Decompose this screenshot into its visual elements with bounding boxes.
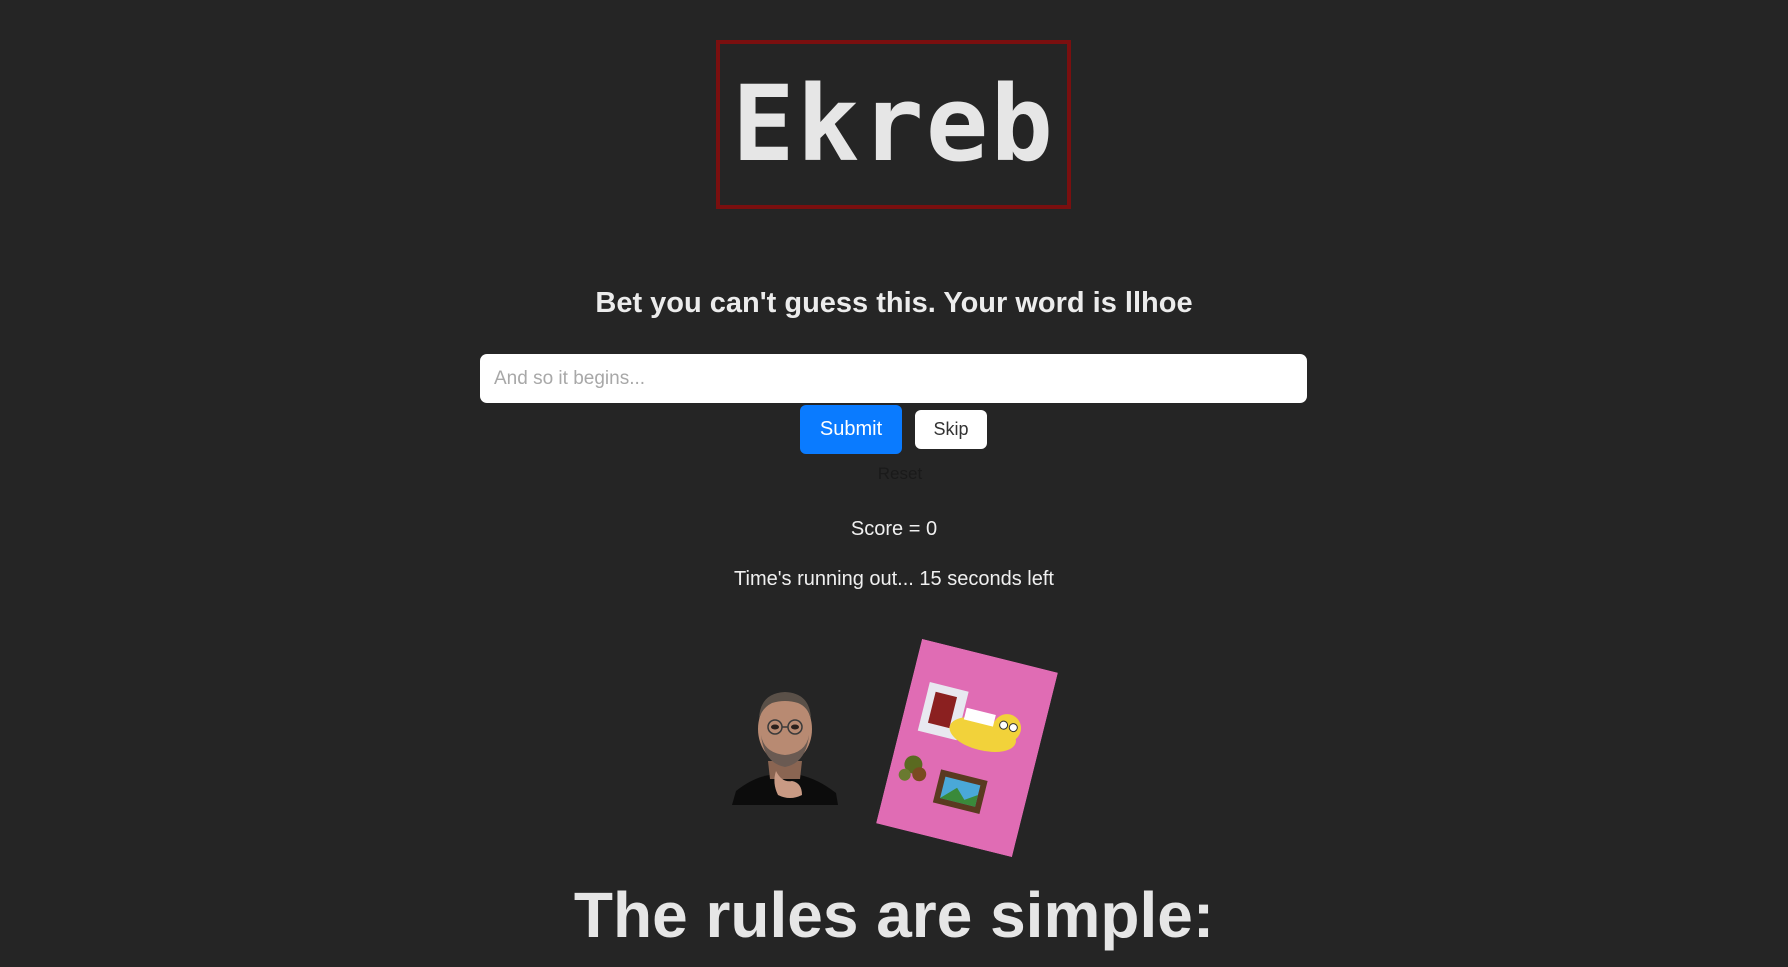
word-prompt: Bet you can't guess this. Your word is l… <box>595 287 1193 319</box>
cartoon-poster-image <box>876 638 1058 858</box>
rules-heading: The rules are simple: <box>573 879 1215 951</box>
logo-text: Ekreb <box>731 62 1056 185</box>
reset-button[interactable]: Reset <box>860 464 940 484</box>
score-display: Score = 0 <box>850 518 938 540</box>
skip-button[interactable]: Skip <box>915 410 987 449</box>
portrait-image <box>732 692 838 805</box>
guess-input[interactable] <box>480 354 1307 403</box>
submit-button[interactable]: Submit <box>800 405 902 454</box>
timer-display: Time's running out... 15 seconds left <box>734 568 1054 590</box>
logo: Ekreb <box>716 40 1071 209</box>
